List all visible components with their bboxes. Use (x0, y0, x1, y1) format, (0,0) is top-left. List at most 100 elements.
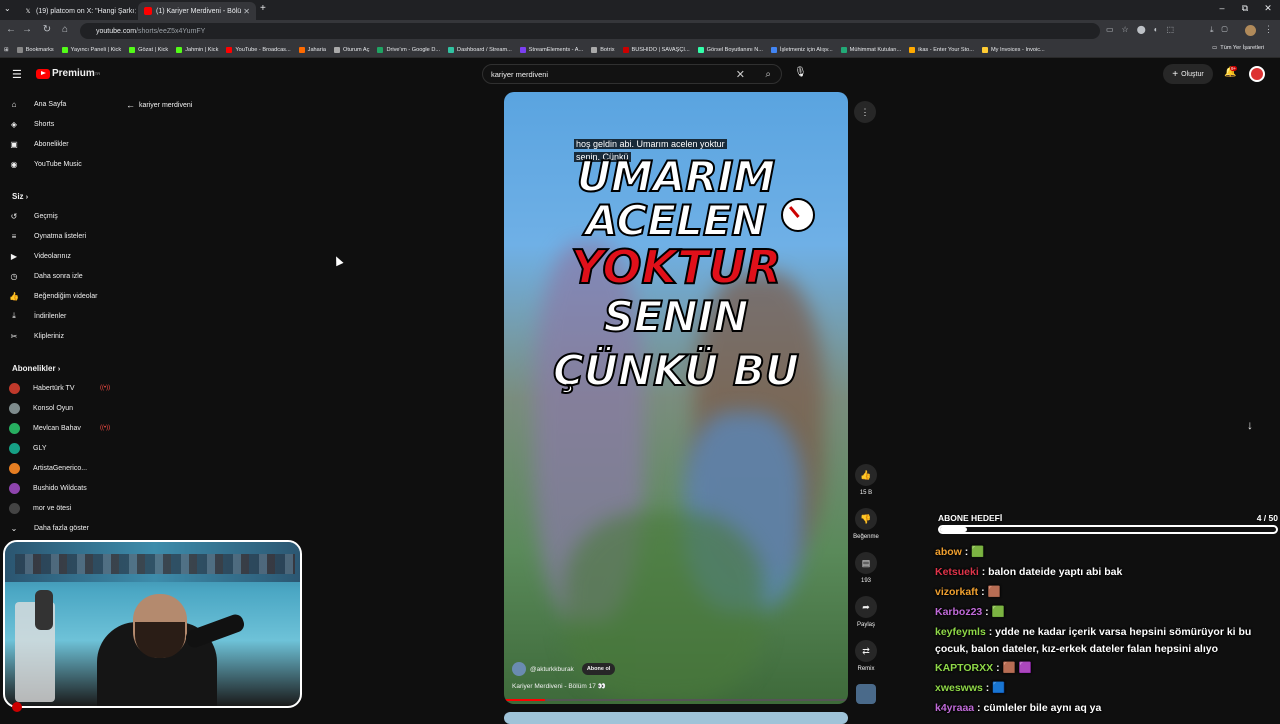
chat-separator: : (961, 546, 972, 558)
chat-text: 🟩 (991, 606, 1005, 618)
create-button[interactable]: + Oluştur (1163, 64, 1213, 84)
bookmark-item[interactable]: Bookmarks (16, 46, 54, 53)
sidebar-item[interactable]: ◷ Daha sonra izle (8, 267, 108, 285)
home-icon: ⌂ (11, 99, 17, 109)
back-icon[interactable]: ← (4, 24, 18, 35)
sidebar-item[interactable]: ⌄ Daha fazla göster (8, 519, 108, 537)
bookmark-item[interactable]: ikas - Enter Your Sto... (909, 46, 974, 53)
bookmark-item[interactable]: StreamElements - A... (519, 46, 583, 53)
bookmark-item[interactable]: Mühimmat Kutuları... (840, 46, 901, 53)
chat-username: Karboz23 (935, 606, 983, 618)
close-icon[interactable]: ✕ (243, 7, 250, 16)
hamburger-icon[interactable]: ☰ (12, 68, 22, 81)
share-button[interactable]: ➦ Paylaş (852, 596, 880, 628)
sidebar-item[interactable]: ◈ Shorts (8, 115, 108, 133)
next-video-arrow-icon[interactable]: ↓ (1247, 418, 1253, 432)
bookmark-label: YouTube - Broadcas... (235, 46, 291, 53)
youtube-favicon-icon (144, 7, 152, 15)
tab-inactive[interactable]: 𝕏 (19) platcom on X: "Hangi Şarkı ✕ (18, 2, 136, 20)
sound-thumbnail[interactable] (856, 684, 876, 704)
mouse-cursor-icon (332, 254, 344, 267)
voice-search-icon[interactable]: 🎙 (794, 67, 807, 78)
search-box[interactable]: kariyer merdiveni ✕ ⌕ (482, 64, 782, 84)
maximize-icon[interactable]: ⧉ (1235, 3, 1255, 14)
bookmark-item[interactable]: YouTube - Broadcas... (226, 46, 291, 53)
chat-username: abow (935, 546, 962, 558)
sidebar-item[interactable]: Bushido Wildcats (8, 479, 108, 497)
search-icon[interactable]: ⌕ (765, 69, 771, 80)
video-text-line: SENIN (603, 291, 750, 342)
sidebar-item[interactable]: Habertürk TV ((•)) (8, 379, 110, 397)
like-button[interactable]: 👍 15 B (852, 464, 880, 496)
sidebar-item[interactable]: ▶ Videolarınız (8, 247, 108, 265)
sidebar-item[interactable]: ◉ YouTube Music (8, 155, 108, 173)
bookmark-item[interactable]: Drive'ım - Google D... (377, 46, 440, 53)
goal-label: ABONE HEDEFİ (938, 513, 1003, 523)
subscriptions-section-header[interactable]: Abonelikler › (12, 364, 60, 373)
sidebar-item[interactable]: GLY (8, 439, 108, 457)
bookmark-item[interactable]: Jaharia (298, 46, 326, 53)
bookmark-item[interactable]: İşletmeniz için Alışv... (770, 46, 833, 53)
channel-name[interactable]: @akturkkburak (530, 666, 574, 673)
sidebar-item[interactable]: ✂ Klipleriniz (8, 327, 108, 345)
chat-text: cümleler bile aynı aq ya (983, 702, 1102, 714)
sidebar-item[interactable]: ⤓ İndirilenler (8, 307, 108, 325)
channel-avatar[interactable] (512, 662, 526, 676)
menu-icon[interactable]: ⋮ (1264, 24, 1273, 35)
close-icon[interactable]: ✕ (134, 7, 136, 16)
short-video-player[interactable]: hoş geldin abi. Umarım acelen yoktur sen… (504, 92, 848, 704)
bookmark-item[interactable]: Oturum Aç (334, 46, 369, 53)
sidebar-item[interactable]: ▣ Abonelikler (8, 135, 108, 153)
bookmark-item[interactable]: Yayıncı Paneli | Kick (61, 46, 121, 53)
comments-button[interactable]: ▤ 193 (852, 552, 880, 584)
account-avatar[interactable] (1249, 66, 1265, 82)
video-title[interactable]: Kariyer Merdiveni - Bölüm 17 👀 (512, 682, 606, 690)
sidebar-item[interactable]: ⌂ Ana Sayfa (8, 95, 108, 113)
bookmark-item[interactable]: Jahmin | Kick (176, 46, 218, 53)
address-bar[interactable]: youtube.com/shorts/eeZ5x4YumFY (80, 23, 1100, 39)
apps-icon[interactable]: ⊞ (4, 47, 9, 53)
chat-message: k4yraaa : cümleler bile aynı aq ya (935, 700, 1275, 717)
reload-icon[interactable]: ↻ (40, 24, 54, 35)
next-short-preview[interactable] (504, 712, 848, 724)
remix-button[interactable]: ⇄ Remix (852, 640, 880, 672)
tab-active[interactable]: (1) Kariyer Merdiveni - Bölü ✕ (138, 2, 256, 20)
youtube-logo[interactable]: Premium TR (36, 68, 100, 79)
tab-search-icon[interactable]: ⌄ (4, 4, 11, 13)
bookmark-favicon-icon (909, 46, 916, 53)
close-window-icon[interactable]: ✕ (1258, 3, 1278, 14)
chat-text: 🟦 (992, 682, 1006, 694)
sidebar-item[interactable]: Mevlcan Bahav ((•)) (8, 419, 110, 437)
clear-search-icon[interactable]: ✕ (736, 68, 745, 81)
extension-icons[interactable]: ▭☆⬤◐⬚ (1106, 25, 1182, 34)
home-icon[interactable]: ⌂ (58, 24, 72, 35)
you-section-header[interactable]: Siz › (12, 192, 28, 201)
forward-icon[interactable]: → (20, 24, 34, 35)
bookmark-item[interactable]: Görsel Boyutlanını N... (697, 46, 763, 53)
subscribe-button[interactable]: Abone ol (581, 663, 616, 675)
more-options-icon[interactable]: ⋮ (854, 101, 876, 123)
bookmark-favicon-icon (981, 46, 988, 53)
back-to-search[interactable]: ← kariyer merdiveni (126, 100, 192, 110)
bookmark-item[interactable]: Gözat | Kick (129, 46, 168, 53)
download-icon[interactable]: ⤓▢ (1210, 25, 1236, 35)
sidebar-item[interactable]: Konsol Oyun (8, 399, 108, 417)
sidebar-item[interactable]: ArtistaGenerico... (8, 459, 108, 477)
bookmark-item[interactable]: Botrix (591, 46, 615, 53)
minimize-icon[interactable]: – (1212, 3, 1232, 13)
bookmark-item[interactable]: My Invoices - Invoic... (981, 46, 1045, 53)
new-tab-icon[interactable]: + (260, 3, 266, 14)
bookmark-item[interactable]: Dashboard / Stream... (448, 46, 512, 53)
sidebar-item[interactable]: ≡ Oynatma listeleri (8, 227, 108, 245)
sidebar-item[interactable]: mor ve ötesi (8, 499, 108, 517)
sidebar-item[interactable]: 👍 Beğendiğim videolar (8, 287, 108, 305)
profile-avatar[interactable] (1245, 25, 1256, 36)
sidebar-item-label: Habertürk TV (33, 384, 75, 392)
sidebar-item[interactable]: ↺ Geçmiş (8, 207, 108, 225)
dislike-button[interactable]: 👎 Beğenme (852, 508, 880, 540)
search-input[interactable]: kariyer merdiveni (491, 70, 548, 79)
progress-bar[interactable] (504, 699, 848, 701)
bookmark-label: Dashboard / Stream... (457, 46, 512, 53)
all-bookmarks[interactable]: ▭ Tüm Yer İşaretleri (1212, 45, 1264, 51)
bookmark-item[interactable]: BUSHIDO | SAVAŞÇI... (622, 46, 690, 53)
